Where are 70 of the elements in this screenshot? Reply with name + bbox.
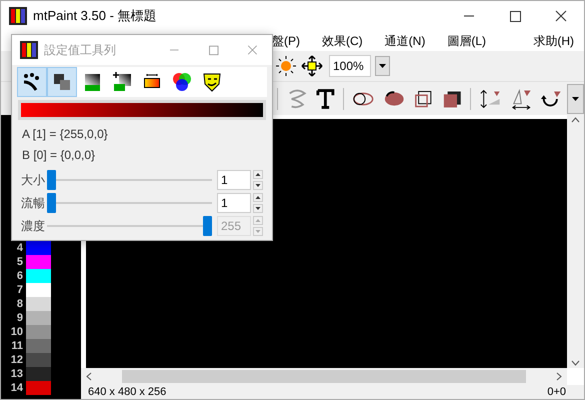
palette-index: 11: [10, 340, 24, 352]
dialog-title: 設定值工具列: [44, 42, 116, 59]
palette-swatch[interactable]: [26, 367, 51, 381]
palette-index: 13: [10, 368, 24, 380]
palette-index: 4: [16, 242, 24, 254]
slider[interactable]: [47, 192, 212, 212]
vertical-scrollbar[interactable]: [567, 115, 584, 368]
palette-swatch[interactable]: [26, 297, 51, 311]
color-a-text: A [1] = {255,0,0}: [22, 126, 109, 143]
menu-item[interactable]: 圖層(L): [441, 32, 492, 50]
palette-index: 12: [10, 354, 24, 366]
slider-label: 流暢: [21, 194, 46, 212]
image-size-text: 640 x 480 x 256: [88, 386, 166, 398]
palette-index: 9: [16, 312, 24, 324]
palette-index: 10: [10, 326, 24, 338]
overlapping-squares-icon: [51, 71, 73, 93]
palette-index: 7: [16, 284, 24, 296]
horizontal-scrollbar[interactable]: [81, 368, 567, 385]
color-b-text: B [0] = {0,0,0}: [22, 147, 96, 164]
palette-swatch[interactable]: [26, 339, 51, 353]
menu-item[interactable]: 效果(C): [316, 32, 369, 50]
shield-face-icon: [201, 71, 223, 93]
gradient-plus-icon: [111, 71, 133, 93]
palette-swatch[interactable]: [26, 255, 51, 269]
spin-down-icon[interactable]: [253, 204, 263, 212]
palette-swatch[interactable]: [26, 381, 51, 395]
palette-swatch[interactable]: [26, 353, 51, 367]
scroll-up-icon[interactable]: [571, 117, 580, 123]
menu-item[interactable]: 求助(H): [527, 32, 580, 50]
rgb-circles-icon: [171, 71, 193, 93]
slider[interactable]: [47, 170, 212, 190]
slider-thumb[interactable]: [47, 192, 56, 212]
flip-horizontal-icon[interactable]: [510, 86, 532, 110]
overflow-dropdown-button[interactable]: [566, 84, 584, 114]
slider-label: 濃度: [21, 218, 46, 234]
scroll-right-icon[interactable]: [556, 372, 562, 381]
slider-label: 大小: [21, 172, 46, 188]
palette-swatch[interactable]: [26, 311, 51, 325]
zoom-dropdown-button[interactable]: [375, 56, 390, 76]
spin-up-icon[interactable]: [253, 192, 263, 202]
paint-tubes-icon: [9, 7, 27, 25]
slider-thumb[interactable]: [47, 170, 56, 190]
window-title: mtPaint 3.50 - 無標題: [33, 7, 157, 26]
text-tool-icon[interactable]: [316, 88, 336, 110]
palette-index: 8: [16, 298, 24, 310]
zoom-field[interactable]: 100%: [329, 55, 371, 77]
sun-icon[interactable]: [275, 55, 297, 77]
palette-swatch[interactable]: [26, 269, 51, 283]
caret-icon: [572, 96, 579, 100]
spin-down-icon[interactable]: [253, 180, 263, 190]
value-field[interactable]: 1: [217, 170, 251, 190]
palette-index: 6: [16, 270, 24, 282]
menu-item[interactable]: 通道(N): [378, 32, 432, 50]
palette-index: 5: [16, 256, 24, 268]
palette-swatch[interactable]: [26, 325, 51, 339]
value-field[interactable]: 1: [217, 192, 251, 212]
scrollbar-thumb[interactable]: [122, 370, 526, 383]
paint-tubes-icon: [20, 41, 38, 59]
scroll-down-icon[interactable]: [571, 360, 580, 366]
cursor-position-text: 0+0: [547, 386, 566, 398]
caret-icon: [379, 64, 386, 68]
tool-button[interactable]: [47, 67, 77, 97]
spin-up-icon[interactable]: [253, 170, 263, 178]
slider[interactable]: [47, 216, 212, 236]
tool-button[interactable]: [17, 67, 47, 97]
palette-swatch[interactable]: [26, 283, 51, 297]
palette-index: 14: [10, 382, 24, 394]
palette-swatch[interactable]: [26, 241, 51, 255]
move-arrows-icon[interactable]: [301, 55, 323, 77]
scroll-left-icon[interactable]: [86, 372, 92, 381]
